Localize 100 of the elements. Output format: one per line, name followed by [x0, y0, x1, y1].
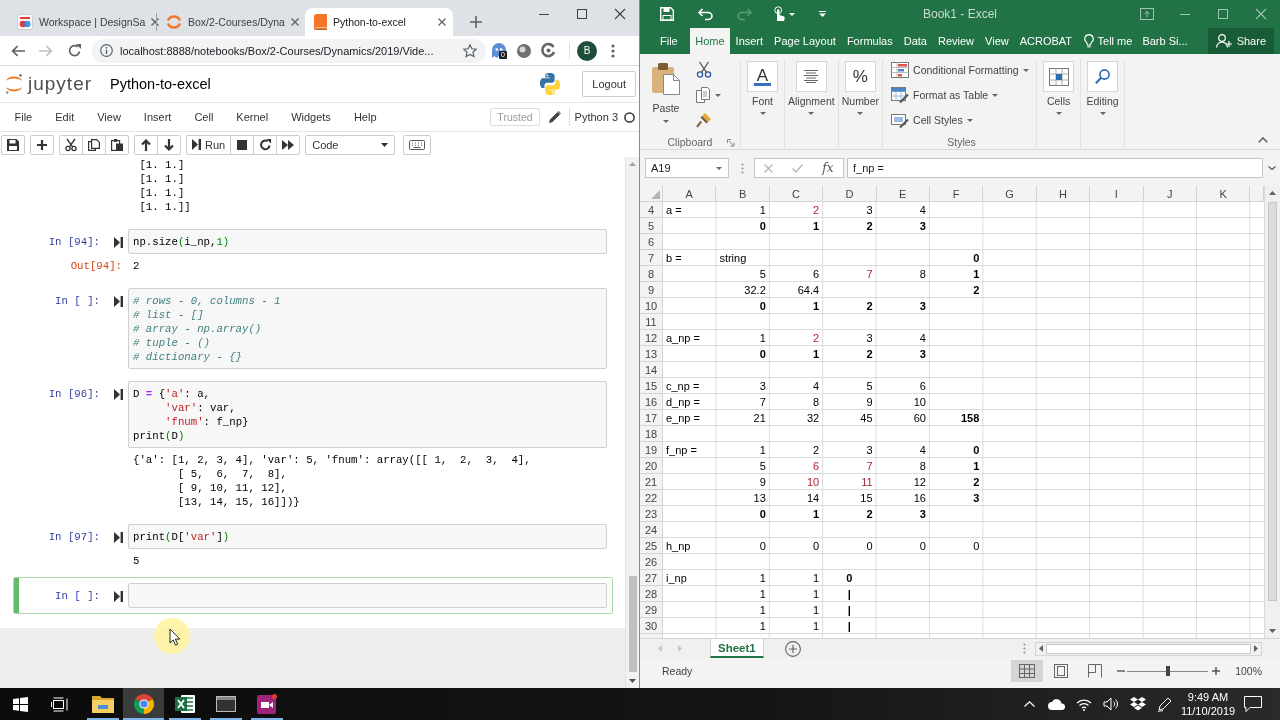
row-header[interactable]: 26 [640, 554, 663, 570]
pen-icon[interactable] [1156, 696, 1173, 712]
code-cell[interactable]: In [94]: np.size(i_np,1) Out[94]: 2 [13, 223, 613, 282]
sheet-cell[interactable]: 1 [929, 266, 984, 282]
sheet-cell[interactable]: 64.4 [769, 282, 824, 298]
sheet-cell[interactable]: 2 [769, 330, 824, 346]
sheet-cell[interactable]: 6 [769, 266, 824, 282]
menu-item[interactable]: Kernel [224, 111, 280, 123]
step-forward-icon[interactable] [113, 389, 123, 400]
step-forward-icon[interactable] [113, 237, 123, 248]
sheet-cell[interactable]: 1 [929, 458, 984, 474]
menu-item[interactable]: File [3, 111, 44, 123]
sheet-cell[interactable]: 3 [823, 330, 877, 346]
sheet-cell[interactable]: 2 [929, 282, 984, 298]
sheet-cell[interactable]: 4 [876, 330, 930, 346]
share-button[interactable]: Share [1207, 28, 1274, 54]
menu-item[interactable]: Widgets [279, 111, 343, 123]
sheet-cell[interactable]: 158 [929, 410, 984, 426]
account-name[interactable]: Barb Si... [1136, 28, 1194, 54]
row-header[interactable]: 14 [640, 362, 663, 378]
row-header[interactable]: 29 [640, 602, 663, 618]
restart-button[interactable] [253, 134, 278, 155]
row-header[interactable]: 13 [640, 346, 663, 362]
sheet-cell[interactable]: 1 [769, 298, 824, 314]
menu-item[interactable]: View [85, 111, 133, 123]
star-icon[interactable] [463, 44, 477, 57]
browser-tab[interactable]: Python-to-excel [305, 8, 453, 36]
column-header[interactable]: C [769, 186, 824, 202]
row-header[interactable]: 23 [640, 506, 663, 522]
caret-icon[interactable] [808, 112, 815, 115]
kebab-menu-icon[interactable] [611, 43, 615, 58]
ribbon-tab[interactable]: Formulas [841, 28, 899, 54]
browser-tab[interactable]: Box/2-Courses/Dyna [157, 8, 305, 36]
sheet-cell[interactable]: 0 [716, 346, 770, 362]
column-header[interactable]: J [1143, 186, 1197, 202]
sheet-cell[interactable]: 11 [823, 474, 877, 490]
scrollbar-track[interactable] [625, 157, 639, 688]
ribbon-tab[interactable]: Page Layout [768, 28, 842, 54]
sheet-cell[interactable]: 32 [769, 410, 824, 426]
launcher-icon[interactable] [727, 138, 734, 146]
row-header[interactable]: 10 [640, 298, 663, 314]
minimize-icon[interactable] [539, 13, 549, 15]
sheet-cell[interactable]: 1 [769, 218, 824, 234]
sheet-cell[interactable]: h_np [663, 538, 717, 554]
caret-icon[interactable] [966, 118, 973, 122]
sheet-cell[interactable]: 8 [876, 458, 930, 474]
four-panes-icon[interactable] [12, 696, 28, 712]
copy-icon[interactable] [696, 87, 710, 103]
sheet-cell[interactable]: d_np = [663, 394, 717, 410]
sheet-cell[interactable]: a_np = [663, 330, 717, 346]
caret-icon[interactable] [1055, 112, 1062, 115]
reload-icon[interactable] [67, 44, 81, 57]
close-icon[interactable] [438, 18, 446, 26]
row-header[interactable]: 21 [640, 474, 663, 490]
code-cell[interactable]: In [96]: D = {'a': a, 'var': var, 'fnum': f_np} print(D) {'a': [1, 2, 3, 4], 'var': 5, 'fnum': array([[ 1, 2, 3, 4], [ 5, 6, 7, 8], [ 9, 10, 11, 12], [13, 14, 15, 16]])} [13, 375, 613, 518]
tell-me-button[interactable]: Tell me [1077, 28, 1137, 54]
row-header[interactable]: 11 [640, 314, 663, 330]
ribbon-tab[interactable]: Review [932, 28, 980, 54]
floppy-icon[interactable] [659, 7, 674, 21]
sheet-cell[interactable]: 2 [823, 218, 877, 234]
row-header[interactable]: 25 [640, 538, 663, 554]
run-button[interactable]: Run [186, 134, 232, 155]
profile-avatar[interactable]: B [577, 40, 597, 61]
hand-pointer-icon[interactable] [772, 6, 785, 22]
table-brush-icon[interactable] [891, 87, 910, 103]
scrollbar-thumb[interactable] [1046, 643, 1251, 654]
sheet-cell[interactable]: 10 [769, 474, 824, 490]
sheet-cell[interactable]: 1 [716, 330, 770, 346]
sheet-cell[interactable]: 6 [876, 378, 930, 394]
caret-icon[interactable] [716, 166, 722, 170]
sheet-cell[interactable]: 9 [823, 394, 877, 410]
sheet-cell[interactable]: f_np = [663, 442, 717, 458]
sheet-cell[interactable]: 0 [823, 538, 877, 554]
down-arrow-icon[interactable] [1269, 629, 1276, 633]
sheet-cell[interactable]: 2 [929, 474, 984, 490]
sheet-cell[interactable]: 3 [823, 442, 877, 458]
caret-icon[interactable] [788, 12, 795, 16]
row-header[interactable]: 20 [640, 458, 663, 474]
code-input[interactable]: print(D['var']) [128, 524, 607, 549]
column-header[interactable]: B [716, 186, 770, 202]
sheet-cell[interactable]: 3 [876, 298, 930, 314]
scrollbar-track[interactable] [1035, 641, 1262, 656]
row-header[interactable]: 12 [640, 330, 663, 346]
sheet-cell[interactable]: 0 [716, 218, 770, 234]
speaker-icon[interactable] [1102, 697, 1119, 711]
sheet-cell[interactable]: 21 [716, 410, 770, 426]
row-header[interactable]: 24 [640, 522, 663, 538]
back-icon[interactable] [11, 44, 25, 57]
row-header[interactable]: 15 [640, 378, 663, 394]
sheet-cell[interactable]: i_np [663, 570, 717, 586]
caret-icon[interactable] [1267, 166, 1276, 170]
menu-item[interactable]: Help [342, 111, 388, 123]
row-header[interactable]: 5 [640, 218, 663, 234]
step-forward-icon[interactable] [113, 591, 123, 602]
code-input[interactable] [128, 583, 607, 608]
taskbar-button[interactable] [123, 688, 164, 720]
open-ring-icon[interactable] [541, 43, 556, 58]
brush-icon[interactable] [696, 112, 712, 128]
notebook-title[interactable]: Python-to-excel [110, 76, 211, 92]
ribbon-tab[interactable]: Insert [730, 28, 769, 54]
